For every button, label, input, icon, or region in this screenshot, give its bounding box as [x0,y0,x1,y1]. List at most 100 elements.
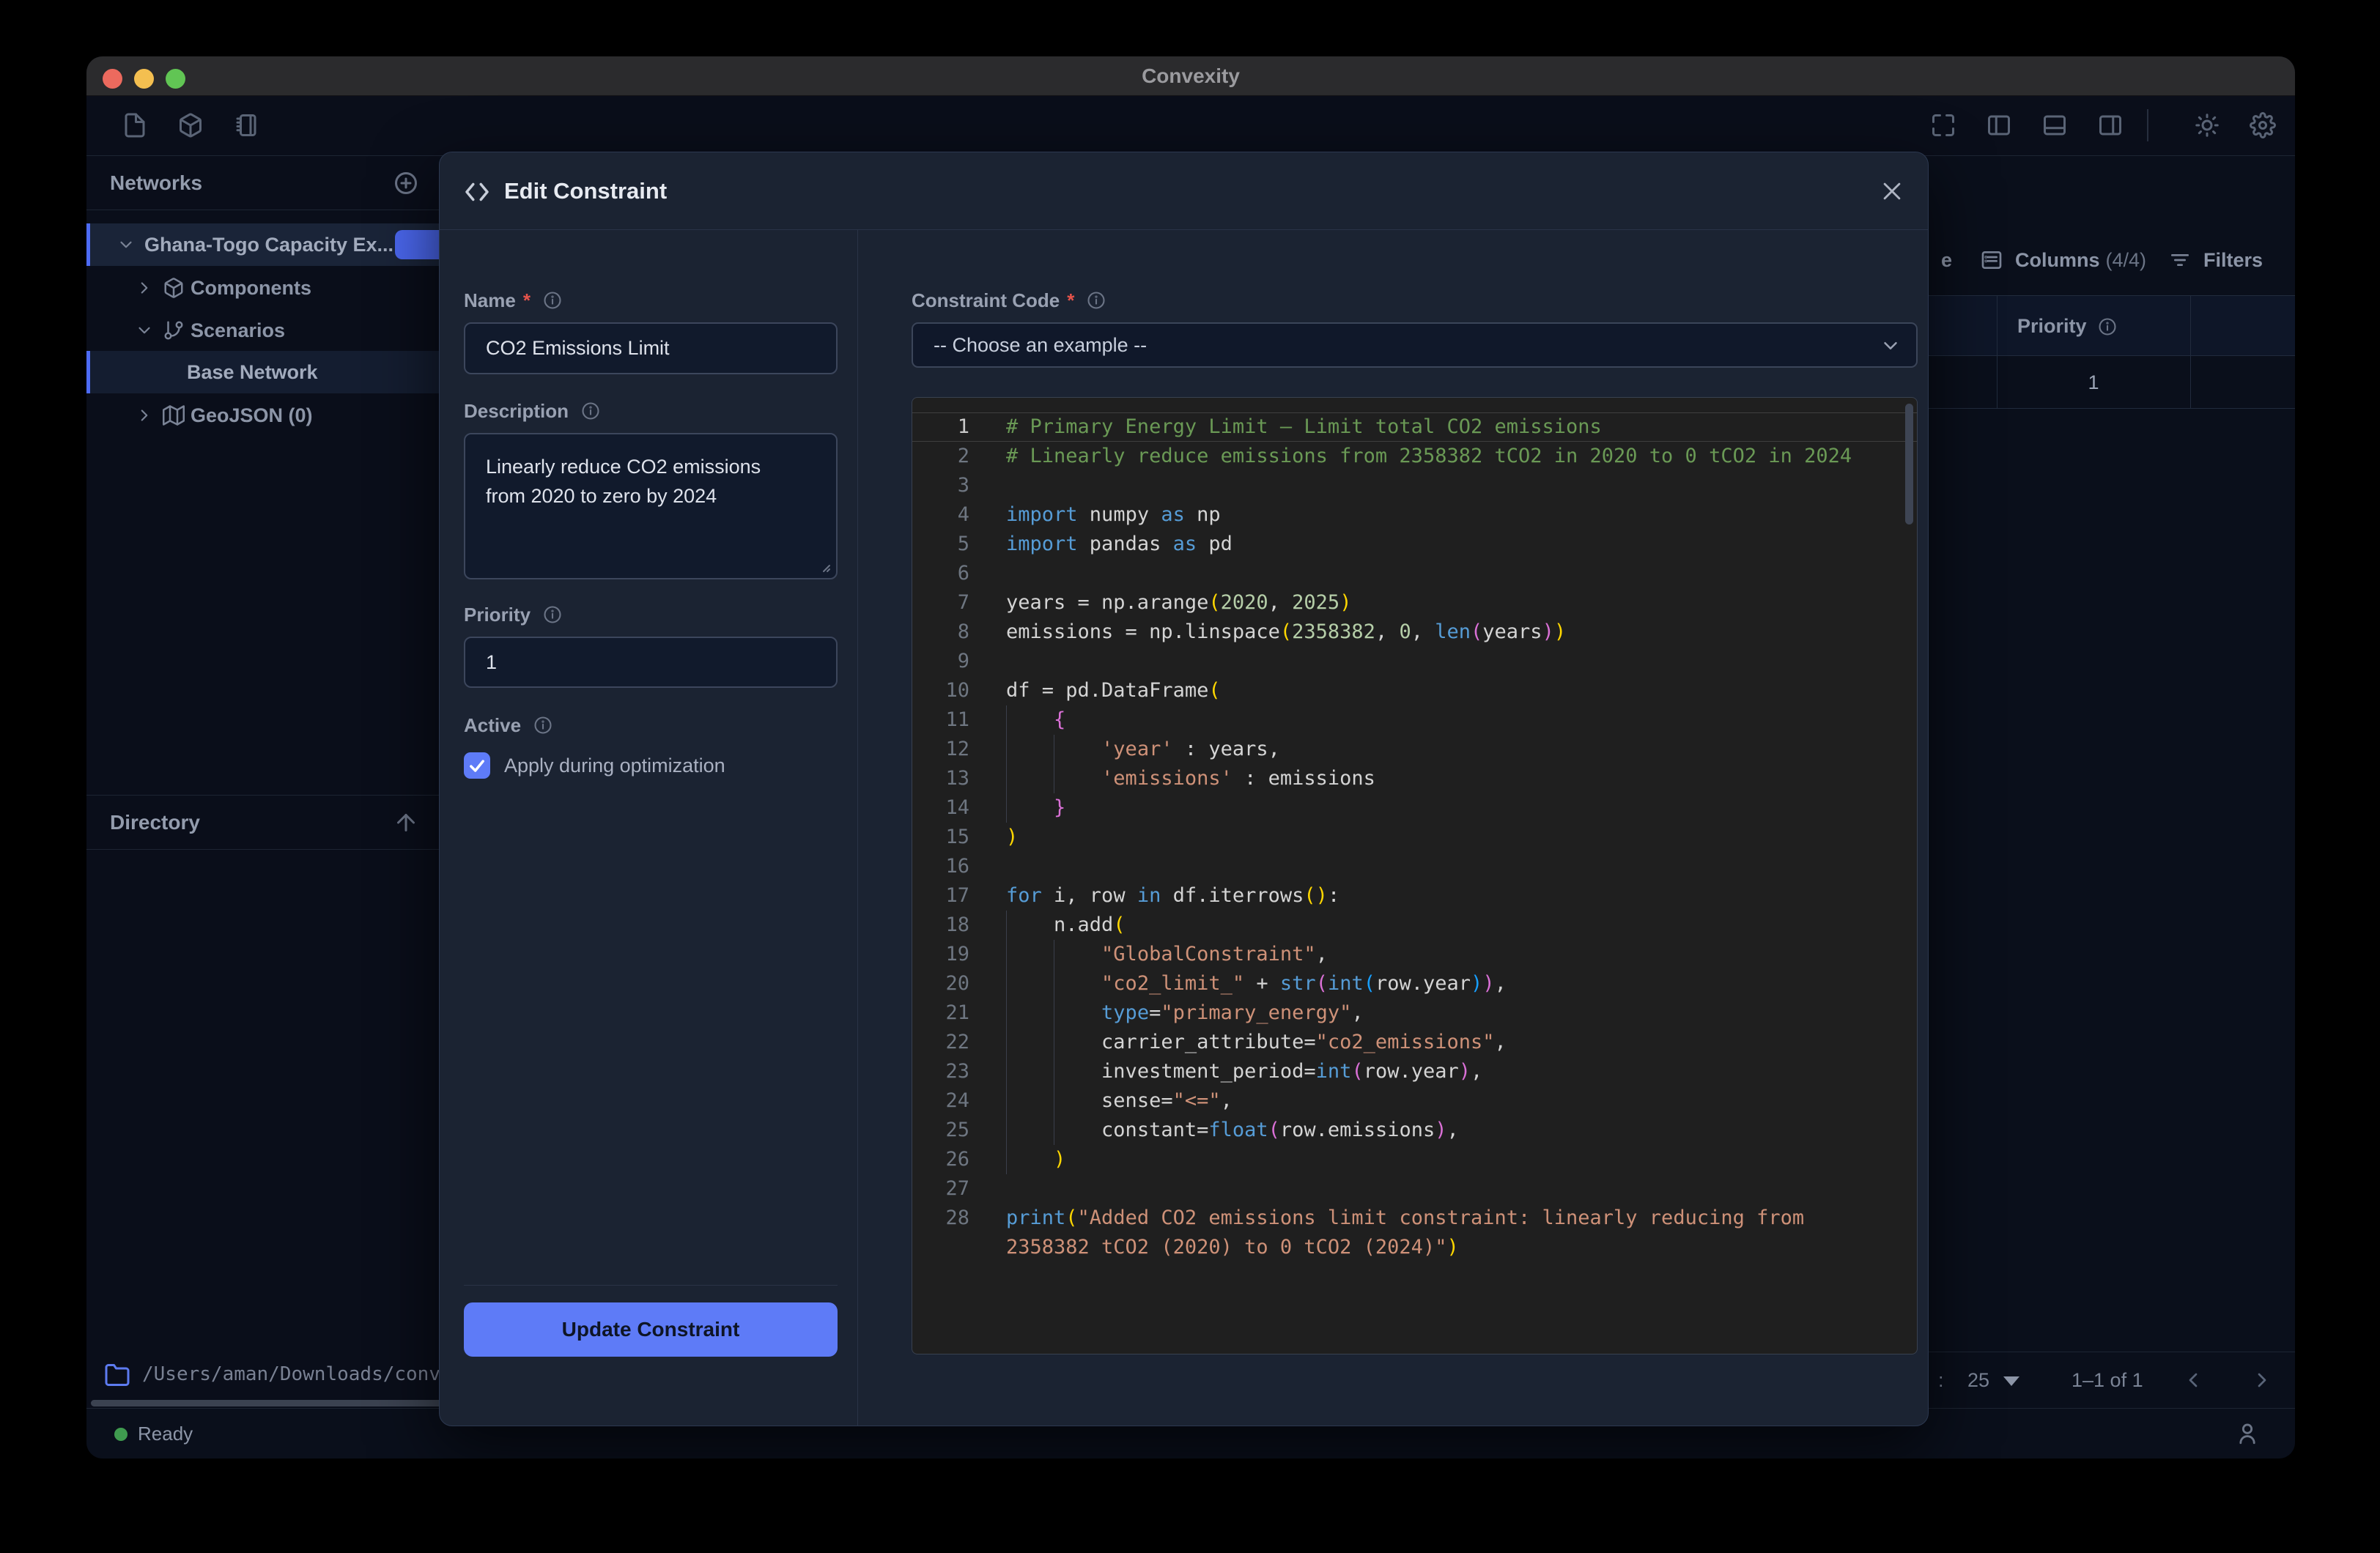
line-number: 8 [912,618,986,647]
editor-scrollbar[interactable] [1905,404,1913,525]
code-line-21: 21 type="primary_energy", [912,998,1917,1028]
code-line-17: 17for i, row in df.iterrows(): [912,881,1917,911]
indent-guide [1006,911,1007,1174]
directory-title: Directory [110,796,200,850]
filter-icon [2168,248,2192,272]
code-line-3: 3 [912,471,1917,500]
form-divider [464,1285,838,1286]
column-divider [2190,295,2191,409]
pagination-range: 1–1 of 1 [2072,1352,2143,1409]
tree-item-ghana-togo-capacity-ex[interactable]: Ghana-Togo Capacity Ex... [86,223,439,266]
line-number: 11 [912,705,986,735]
package-icon[interactable] [177,112,204,138]
page-size-value[interactable]: 25 [1967,1352,1989,1409]
code-line-24: 24 sense="<=", [912,1086,1917,1116]
chevron-right-icon[interactable] [135,406,154,425]
line-number: 15 [912,823,986,852]
name-field[interactable]: CO2 Emissions Limit [464,322,838,374]
info-icon [1086,290,1106,311]
line-number: 1 [912,412,986,442]
code-line-10: 10df = pd.DataFrame( [912,676,1917,705]
panel-bottom-icon[interactable] [2041,112,2068,138]
titlebar[interactable]: Convexity [86,56,2295,96]
column-header-priority[interactable]: Priority [1997,296,2190,357]
priority-label: Priority [464,601,563,628]
chevron-down-icon[interactable] [117,235,136,254]
panel-right-icon[interactable] [2097,112,2124,138]
code-line-19: 19 "GlobalConstraint", [912,940,1917,969]
code-line-16: 16 [912,852,1917,881]
edit-constraint-modal: Edit Constraint Name* CO2 Emissions Limi… [439,152,1929,1426]
line-number: 14 [912,793,986,823]
notebook-icon[interactable] [233,112,259,138]
update-constraint-button[interactable]: Update Constraint [464,1302,838,1357]
code-line-5: 5import pandas as pd [912,530,1917,559]
line-number: 3 [912,471,986,500]
filters-button[interactable]: Filters [2168,227,2263,293]
map-icon [163,404,185,426]
tree-item-components[interactable]: Components [86,269,439,307]
line-number: 6 [912,559,986,588]
package-icon [163,277,185,299]
directory-path: /Users/aman/Downloads/conve [142,1349,452,1400]
line-number: 25 [912,1116,986,1145]
indent-guide [1006,705,1007,823]
info-icon [2097,316,2118,337]
columns-button[interactable]: Columns (4/4) [1980,227,2146,293]
tree-item-scenarios[interactable]: Scenarios [86,311,439,349]
clipped-button-label[interactable]: e [1941,227,1952,293]
code-line-22: 22 carrier_attribute="co2_emissions", [912,1028,1917,1057]
chevron-down-icon [1880,335,1902,357]
status-dot [114,1428,128,1441]
code-line-14: 14 } [912,793,1917,823]
toolbar-divider [2147,109,2148,141]
example-select[interactable]: -- Choose an example -- [912,322,1918,368]
theme-icon[interactable] [2194,112,2220,138]
settings-icon[interactable] [2250,112,2276,138]
line-number: 13 [912,764,986,793]
sort-ascending-icon[interactable] [393,809,419,836]
panel-left-icon[interactable] [1986,112,2012,138]
new-file-icon[interactable] [122,112,148,138]
sidebar: Networks Ghana-Togo Capacity Ex...Compon… [86,156,439,1407]
add-network-button[interactable] [393,170,419,196]
fullscreen-icon[interactable] [1930,112,1956,138]
code-line-25: 25 constant=float(row.emissions), [912,1116,1917,1145]
previous-page-button[interactable] [2181,1368,2205,1392]
description-field[interactable]: Linearly reduce CO2 emissions from 2020 … [464,433,838,579]
line-number: 22 [912,1028,986,1057]
person-icon[interactable] [2235,1421,2260,1446]
page-size-caret-icon[interactable] [2003,1376,2019,1386]
app-toolbar [86,96,2295,156]
networks-title: Networks [110,156,202,210]
next-page-button[interactable] [2250,1368,2274,1392]
info-icon [542,290,563,311]
code-line-12: 12 'year' : years, [912,735,1917,764]
code-line-15: 15) [912,823,1917,852]
code-line-2: 2# Linearly reduce emissions from 235838… [912,442,1917,471]
code-line-13: 13 'emissions' : emissions [912,764,1917,793]
tree-item-base-network[interactable]: Base Network [86,351,439,393]
constraint-form: Name* CO2 Emissions Limit Description Li… [440,230,858,1426]
directory-path-row[interactable]: /Users/aman/Downloads/conve [86,1349,439,1400]
window-title: Convexity [86,56,2295,96]
code-line-11: 11 { [912,705,1917,735]
chevron-down-icon[interactable] [135,321,154,340]
line-number: 5 [912,530,986,559]
line-number: 2 [912,442,986,471]
code-line-9: 9 [912,647,1917,676]
close-modal-button[interactable] [1880,179,1904,204]
tree-item-geojson-0[interactable]: GeoJSON (0) [86,396,439,434]
line-number: 27 [912,1174,986,1204]
priority-field[interactable]: 1 [464,637,838,688]
resize-handle-icon[interactable] [814,556,832,574]
active-checkbox[interactable] [464,752,490,779]
code-line-7: 7years = np.arange(2020, 2025) [912,588,1917,618]
tree-item-label: GeoJSON (0) [191,396,313,434]
code-line-27: 27 [912,1174,1917,1204]
line-number: 23 [912,1057,986,1086]
status-text: Ready [138,1409,193,1459]
chevron-right-icon[interactable] [135,278,154,297]
code-line-18: 18 n.add( [912,911,1917,940]
code-editor[interactable]: 1# Primary Energy Limit – Limit total CO… [912,397,1918,1354]
